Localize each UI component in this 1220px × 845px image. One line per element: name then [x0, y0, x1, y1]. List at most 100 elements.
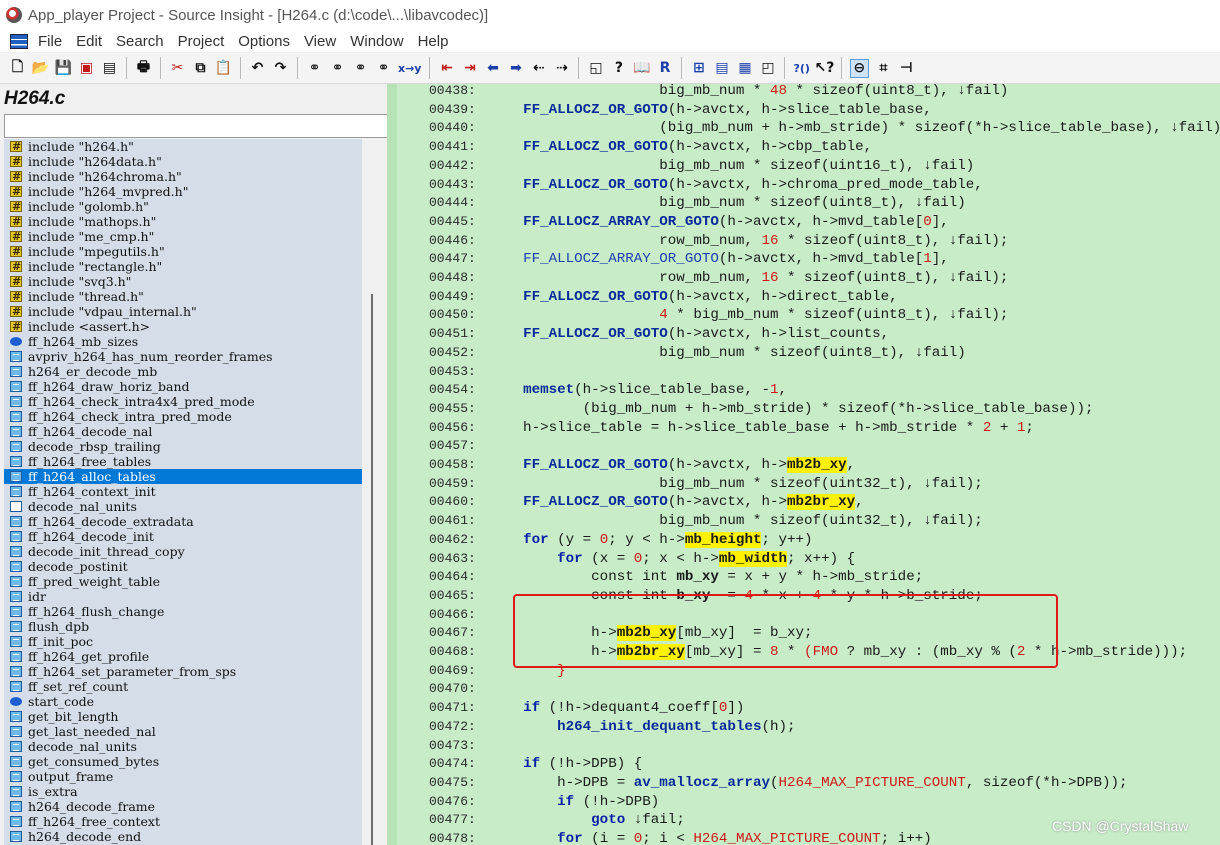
symbol-list-item[interactable]: ff_h264_flush_change: [4, 604, 362, 619]
symbol-list-item[interactable]: include "h264_mvpred.h": [4, 184, 362, 199]
symbol-list-item[interactable]: decode_rbsp_trailing: [4, 439, 362, 454]
code-line[interactable]: 00439: FF_ALLOCZ_OR_GOTO(h->avctx, h->sl…: [387, 101, 932, 120]
code-line[interactable]: 00472: h264_init_dequant_tables(h);: [387, 718, 796, 737]
symbol-lookup-icon[interactable]: ◱: [587, 60, 604, 77]
bookmark-next-icon[interactable]: ⇥: [461, 60, 478, 77]
layout-1-icon[interactable]: ⊞: [690, 60, 707, 77]
reference-icon[interactable]: R: [656, 60, 673, 77]
symbol-list-item[interactable]: include "svq3.h": [4, 274, 362, 289]
find-icon[interactable]: ⚭: [306, 60, 323, 77]
code-line[interactable]: 00458: FF_ALLOCZ_OR_GOTO(h->avctx, h->mb…: [387, 456, 855, 475]
symbol-list-item[interactable]: flush_dpb: [4, 619, 362, 634]
code-line[interactable]: 00444: big_mb_num * sizeof(uint8_t), ↓fa…: [387, 194, 966, 213]
copy-icon[interactable]: ⧉: [192, 60, 209, 77]
source-insight-app-icon[interactable]: [6, 7, 22, 23]
symbol-list-item[interactable]: h264_decode_end: [4, 829, 362, 844]
menu-help[interactable]: Help: [412, 33, 457, 50]
menu-project[interactable]: Project: [172, 33, 233, 50]
symbol-list-item[interactable]: ff_h264_check_intra_pred_mode: [4, 409, 362, 424]
symbol-list-item[interactable]: include "golomb.h": [4, 199, 362, 214]
code-line[interactable]: 00460: FF_ALLOCZ_OR_GOTO(h->avctx, h->mb…: [387, 493, 864, 512]
symbol-list-item[interactable]: h264_decode_frame: [4, 799, 362, 814]
code-line[interactable]: 00453:: [387, 363, 489, 382]
browse-icon[interactable]: ?: [610, 60, 627, 77]
close-file-icon[interactable]: ▤: [101, 60, 118, 77]
code-line[interactable]: 00457:: [387, 437, 489, 456]
symbol-list-item[interactable]: ff_h264_free_tables: [4, 454, 362, 469]
code-line[interactable]: 00456: h->slice_table = h->slice_table_b…: [387, 419, 1034, 438]
code-line[interactable]: 00478: for (i = 0; i < H264_MAX_PICTURE_…: [387, 830, 932, 845]
symbol-list-item[interactable]: include <assert.h>: [4, 319, 362, 334]
split-icon[interactable]: ⊣: [898, 60, 915, 77]
menu-options[interactable]: Options: [232, 33, 298, 50]
forward-icon[interactable]: ➡: [507, 60, 524, 77]
code-line[interactable]: 00470:: [387, 680, 489, 699]
replace-icon[interactable]: x→y: [398, 60, 421, 77]
symbol-list-item[interactable]: include "thread.h": [4, 289, 362, 304]
symbol-list-item[interactable]: include "vdpau_internal.h": [4, 304, 362, 319]
symbol-list-item[interactable]: include "me_cmp.h": [4, 229, 362, 244]
new-file-icon[interactable]: 🗋: [9, 59, 26, 77]
layout-4-icon[interactable]: ◰: [759, 60, 776, 77]
symbol-list-item[interactable]: ff_h264_decode_nal: [4, 424, 362, 439]
code-line[interactable]: 00449: FF_ALLOCZ_OR_GOTO(h->avctx, h->di…: [387, 288, 898, 307]
layout-3-icon[interactable]: ▦: [736, 60, 753, 77]
code-line[interactable]: 00474: if (!h->DPB) {: [387, 755, 642, 774]
symbol-list-item[interactable]: ff_h264_mb_sizes: [4, 334, 362, 349]
symbol-list-item[interactable]: ff_h264_alloc_tables: [4, 469, 362, 484]
code-line[interactable]: 00450: 4 * big_mb_num * sizeof(uint8_t),…: [387, 306, 1008, 325]
code-line[interactable]: 00466:: [387, 606, 489, 625]
code-line[interactable]: 00477: goto ↓fail;: [387, 811, 685, 830]
code-line[interactable]: 00448: row_mb_num, 16 * sizeof(uint8_t),…: [387, 269, 1008, 288]
symbol-list-item[interactable]: decode_nal_units: [4, 739, 362, 754]
pointer-help-icon[interactable]: ↖?: [815, 60, 835, 77]
code-line[interactable]: 00473:: [387, 737, 489, 756]
code-line[interactable]: 00461: big_mb_num * sizeof(uint32_t), ↓f…: [387, 512, 983, 531]
symbol-list-item[interactable]: ff_h264_draw_horiz_band: [4, 379, 362, 394]
code-line[interactable]: 00446: row_mb_num, 16 * sizeof(uint8_t),…: [387, 232, 1008, 251]
undo-icon[interactable]: ↶: [249, 60, 266, 77]
save-all-icon[interactable]: ▣: [78, 60, 95, 77]
find-next-icon[interactable]: ⚭: [352, 60, 369, 77]
symbol-list-item[interactable]: ff_set_ref_count: [4, 679, 362, 694]
code-line[interactable]: 00471: if (!h->dequant4_coeff[0]): [387, 699, 744, 718]
code-line[interactable]: 00445: FF_ALLOCZ_ARRAY_OR_GOTO(h->avctx,…: [387, 213, 949, 232]
menu-search[interactable]: Search: [110, 33, 172, 50]
symbol-filter-input[interactable]: [4, 114, 388, 138]
code-line[interactable]: 00462: for (y = 0; y < h->mb_height; y++…: [387, 531, 813, 550]
symbol-list-item[interactable]: start_code: [4, 694, 362, 709]
symbol-list-item[interactable]: decode_nal_units: [4, 499, 362, 514]
code-line[interactable]: 00443: FF_ALLOCZ_OR_GOTO(h->avctx, h->ch…: [387, 176, 983, 195]
system-menu-icon[interactable]: [10, 33, 28, 49]
jump-back-icon[interactable]: ⇠: [530, 60, 547, 77]
code-line[interactable]: 00440: (big_mb_num + h->mb_stride) * siz…: [387, 119, 1220, 138]
symbol-list-item[interactable]: ff_h264_decode_init: [4, 529, 362, 544]
code-line[interactable]: 00447: FF_ALLOCZ_ARRAY_OR_GOTO(h->avctx,…: [387, 250, 949, 269]
menu-view[interactable]: View: [298, 33, 344, 50]
code-line[interactable]: 00464: const int mb_xy = x + y * h->mb_s…: [387, 568, 923, 587]
code-line[interactable]: 00455: (big_mb_num + h->mb_stride) * siz…: [387, 400, 1094, 419]
symbol-list-item[interactable]: ff_pred_weight_table: [4, 574, 362, 589]
print-icon[interactable]: 🖶: [135, 59, 152, 77]
code-line[interactable]: 00452: big_mb_num * sizeof(uint8_t), ↓fa…: [387, 344, 966, 363]
code-line[interactable]: 00451: FF_ALLOCZ_OR_GOTO(h->avctx, h->li…: [387, 325, 889, 344]
symbol-list-item[interactable]: ff_h264_set_parameter_from_sps: [4, 664, 362, 679]
save-icon[interactable]: 💾: [55, 60, 72, 77]
menu-window[interactable]: Window: [344, 33, 411, 50]
code-editor[interactable]: 00438: big_mb_num * 48 * sizeof(uint8_t)…: [387, 84, 1220, 845]
sync-icon[interactable]: ⊖: [849, 58, 869, 78]
symbol-list-item[interactable]: output_frame: [4, 769, 362, 784]
symbol-list-item[interactable]: avpriv_h264_has_num_reorder_frames: [4, 349, 362, 364]
open-folder-icon[interactable]: 📂: [32, 60, 49, 77]
window-icon[interactable]: ⌗: [875, 60, 892, 77]
menu-edit[interactable]: Edit: [70, 33, 110, 50]
symbol-list-item[interactable]: ff_h264_context_init: [4, 484, 362, 499]
symbol-list-item[interactable]: h264_er_decode_mb: [4, 364, 362, 379]
code-line[interactable]: 00442: big_mb_num * sizeof(uint16_t), ↓f…: [387, 157, 974, 176]
jump-forward-icon[interactable]: ⇢: [553, 60, 570, 77]
code-line[interactable]: 00438: big_mb_num * 48 * sizeof(uint8_t)…: [387, 84, 1008, 101]
symbol-list-item[interactable]: include "mathops.h": [4, 214, 362, 229]
paste-icon[interactable]: 📋: [215, 60, 232, 77]
book-icon[interactable]: 📖: [633, 60, 650, 77]
search-files-icon[interactable]: ⚭: [375, 60, 392, 77]
